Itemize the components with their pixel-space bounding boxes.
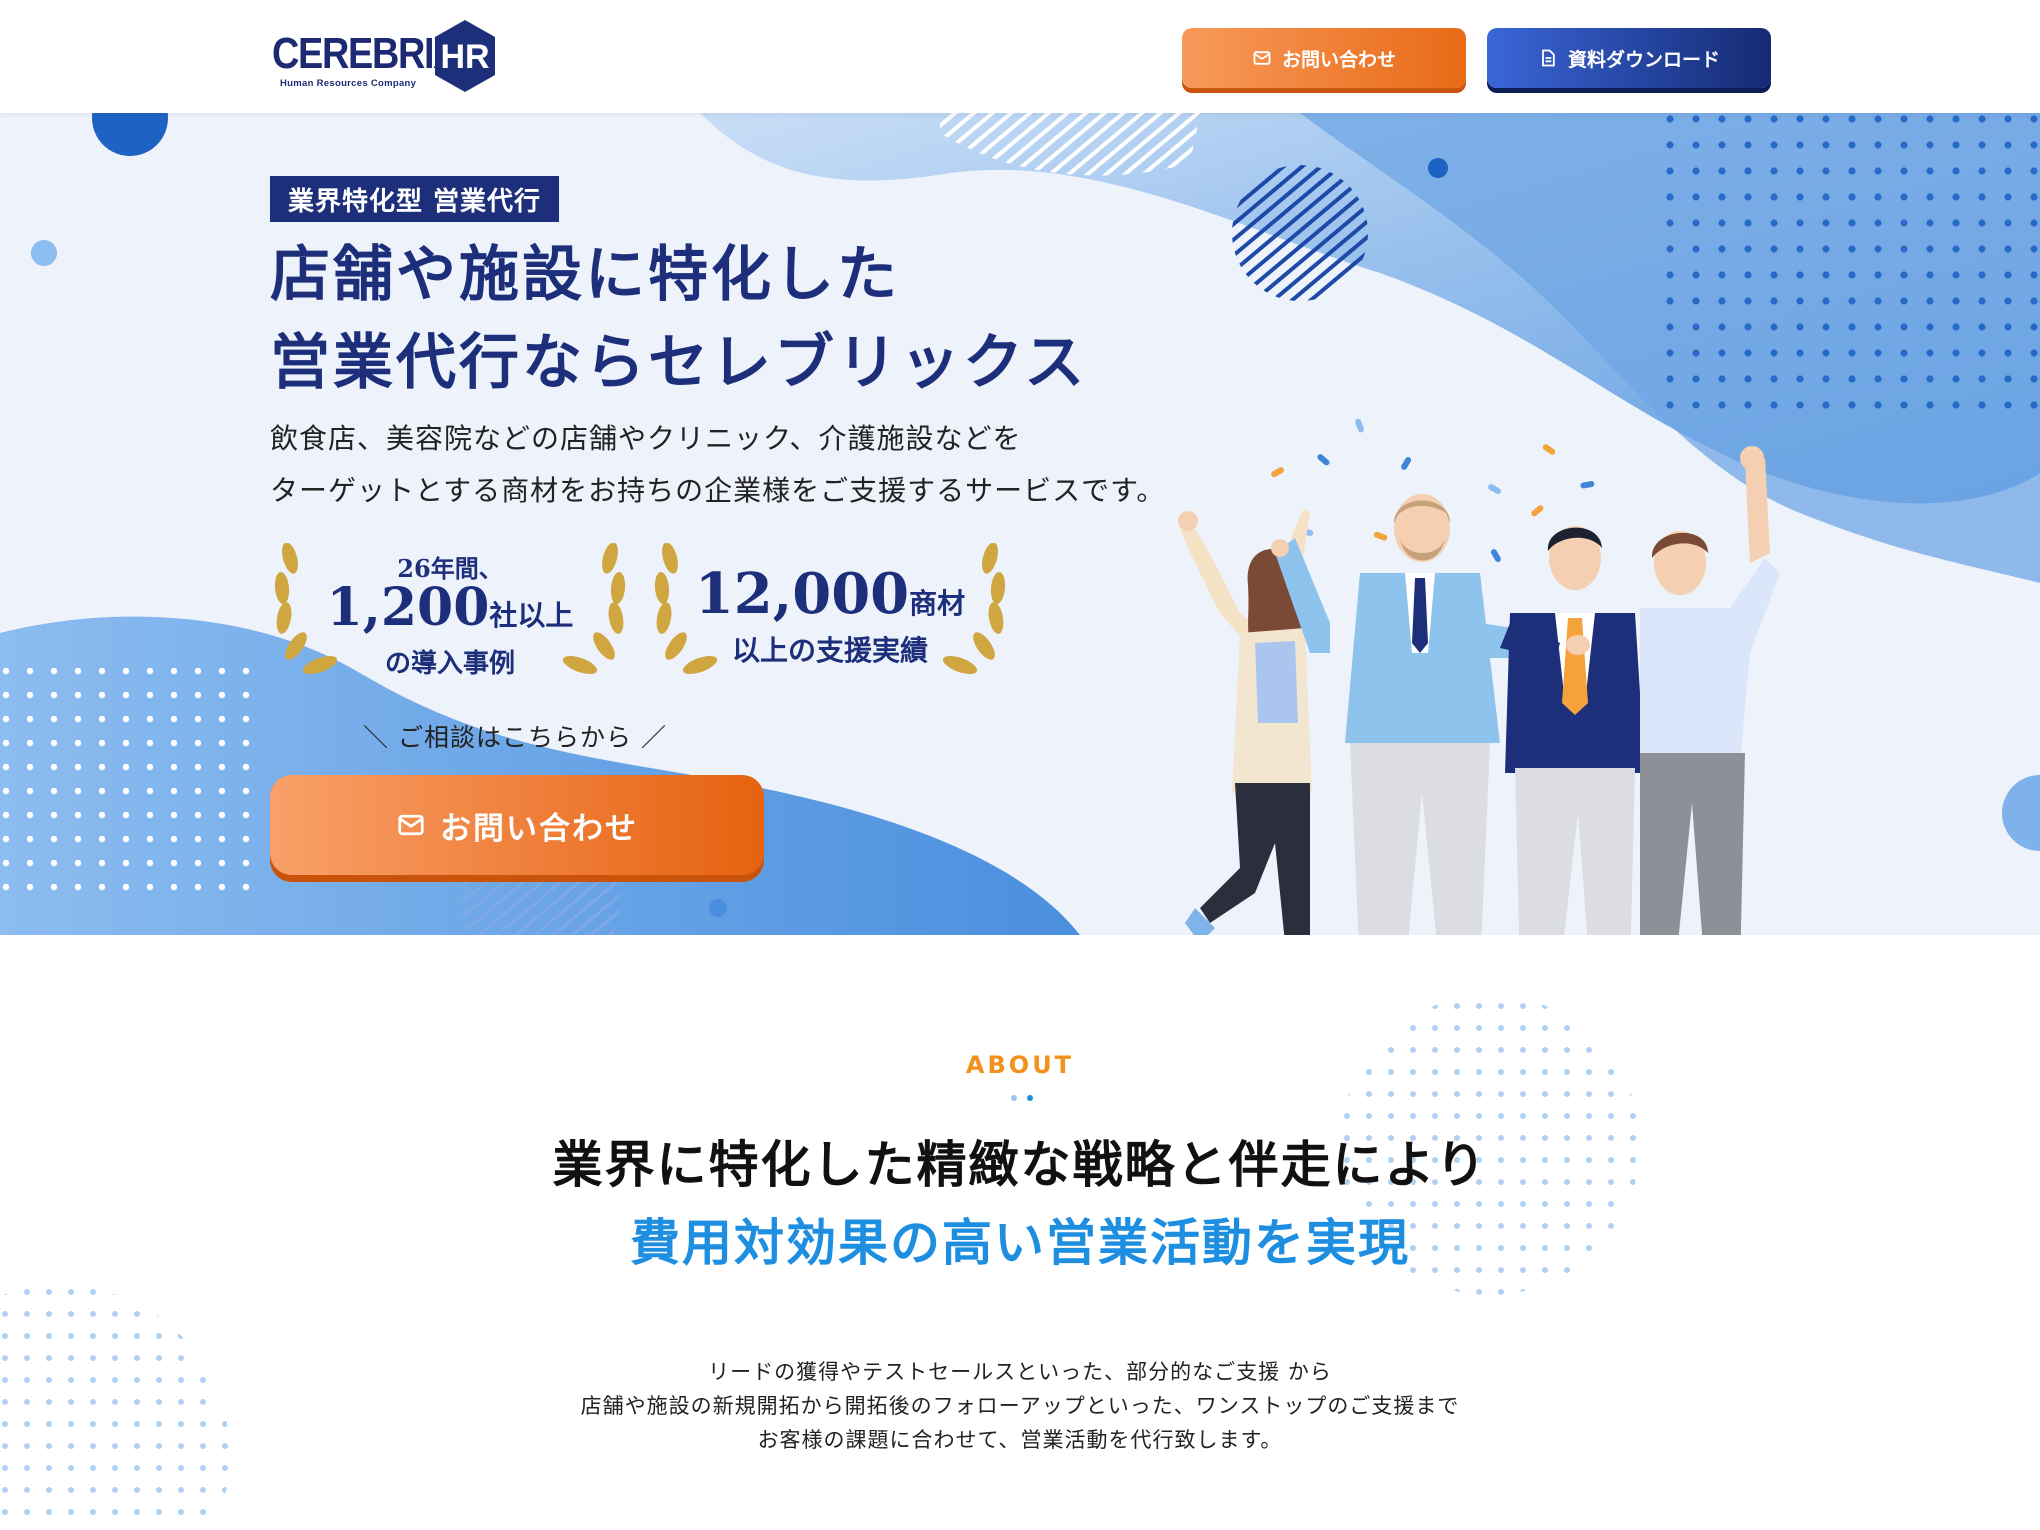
- man-raising-fist-figure: [1640, 446, 1780, 935]
- header-contact-button[interactable]: お問い合わせ: [1182, 28, 1466, 88]
- about-body-line2: 店舗や施設の新規開拓から開拓後のフォローアップといった、ワンストップのご支援まで: [580, 1394, 1460, 1418]
- hero-title-line2: 営業代行ならセレブリックス: [270, 328, 1088, 398]
- about-label: ABOUT: [965, 1051, 1075, 1079]
- award2-line2: 以上の支援実績: [731, 634, 928, 667]
- logo[interactable]: CEREBRIX HR Human Resources Company: [272, 18, 502, 96]
- about-heading-line1: 業界に特化した精緻な戦略と伴走により: [552, 1136, 1488, 1194]
- hero-title: 店舗や施設に特化した 営業代行ならセレブリックス: [270, 231, 1087, 407]
- mail-icon: [398, 814, 424, 836]
- hero-contact-label: お問い合わせ: [440, 810, 638, 846]
- about-body-line1: リードの獲得やテストセールスといった、部分的なご支援 から: [708, 1360, 1332, 1384]
- hero-desc-line2: ターゲットとする商材をお持ちの企業様をご支援するサービスです。: [270, 474, 1166, 507]
- logo-wordmark: CEREBRIX: [272, 29, 459, 78]
- hero-title-line1: 店舗や施設に特化した: [270, 240, 900, 310]
- award1-main: 1,200社以上: [270, 577, 630, 638]
- hero-description: 飲食店、美容院などの店舗やクリニック、介護施設などを ターゲットとする商材をお持…: [270, 413, 1165, 517]
- hero-desc-line1: 飲食店、美容院などの店舗やクリニック、介護施設などを: [270, 422, 1022, 455]
- award-badge-products: 12,000商材 以上の支援実績: [650, 543, 1010, 683]
- award-badge-cases: 26年間、 1,200社以上 の導入事例: [270, 543, 630, 683]
- hero-tag: 業界特化型 営業代行: [270, 176, 560, 222]
- header-download-label: 資料ダウンロード: [1567, 49, 1720, 71]
- award1-number: 1,200: [326, 577, 490, 638]
- businessman-figure: [1500, 526, 1645, 935]
- about-body: リードの獲得やテストセールスといった、部分的なご支援 から 店舗や施設の新規開拓…: [0, 1355, 2040, 1457]
- document-icon: [1542, 49, 1555, 67]
- about-section: ABOUT 業界に特化した精緻な戦略と伴走により 費用対効果の高い営業活動を実現…: [0, 935, 2040, 1530]
- logo-tagline: Human Resources Company: [280, 78, 417, 89]
- mail-icon: [1253, 51, 1271, 65]
- logo-hr-mark: HR: [435, 20, 495, 92]
- hero-contact-button[interactable]: お問い合わせ: [270, 775, 764, 875]
- award2-main: 12,000商材: [650, 561, 1010, 627]
- team-celebration-illustration: [1178, 418, 1780, 935]
- award1-suffix: 社以上: [489, 599, 574, 632]
- award1-line3: の導入事例: [384, 649, 515, 679]
- about-body-line3: お客様の課題に合わせて、営業活動を代行致します。: [757, 1428, 1283, 1452]
- section-divider-dots: [1011, 1095, 1033, 1101]
- header-contact-label: お問い合わせ: [1281, 49, 1396, 71]
- award2-suffix: 商材: [909, 587, 966, 620]
- about-heading-line2: 費用対効果の高い営業活動を実現: [630, 1214, 1410, 1272]
- award2-number: 12,000: [694, 561, 910, 627]
- site-header: CEREBRIX HR Human Resources Company お問い合…: [0, 0, 2040, 113]
- consult-note: ＼ ご相談はこちらから ／: [363, 723, 667, 752]
- header-download-button[interactable]: 資料ダウンロード: [1487, 28, 1771, 88]
- hero-section: 業界特化型 営業代行 店舗や施設に特化した 営業代行ならセレブリックス 飲食店、…: [0, 113, 2040, 935]
- svg-text:HR: HR: [440, 38, 489, 76]
